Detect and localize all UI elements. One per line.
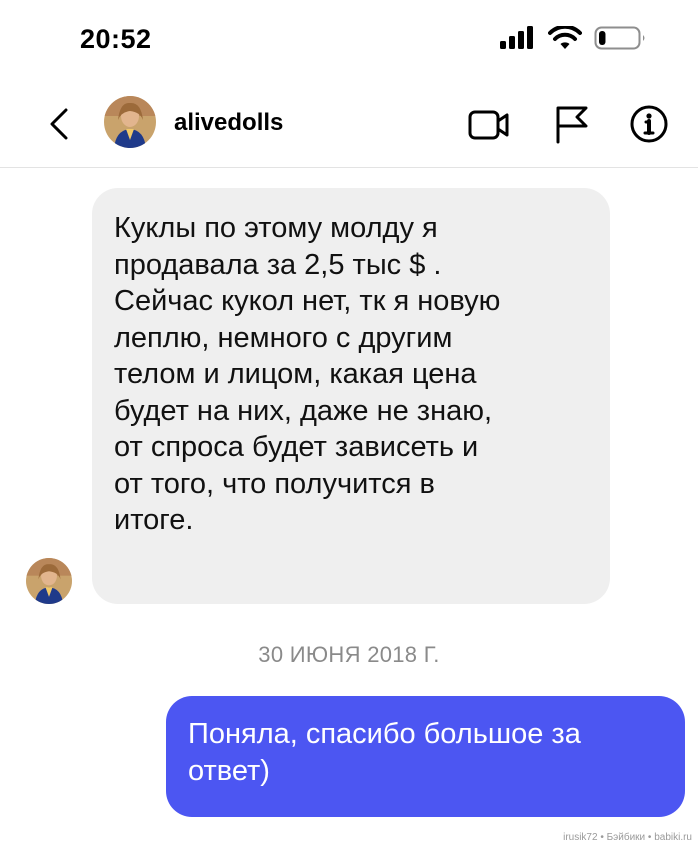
status-time: 20:52 xyxy=(80,24,152,54)
wifi-icon xyxy=(548,24,582,55)
chat-header: alivedolls xyxy=(0,80,698,168)
avatar[interactable] xyxy=(104,96,156,148)
battery-icon xyxy=(594,24,648,57)
video-call-button[interactable] xyxy=(467,102,511,146)
status-bar: 20:52 xyxy=(0,0,698,80)
cellular-signal-icon xyxy=(500,26,534,55)
sender-avatar[interactable] xyxy=(26,558,72,604)
message-text: Поняла, спасибо большое за ответ) xyxy=(188,718,581,787)
message-text: Куклы по этому молду я продавала за 2,5 … xyxy=(114,212,501,536)
chevron-left-icon xyxy=(50,108,68,140)
info-button[interactable] xyxy=(627,102,671,146)
date-separator: 30 ИЮНЯ 2018 Г. xyxy=(258,642,440,667)
back-button[interactable] xyxy=(40,102,76,146)
report-button[interactable] xyxy=(550,102,594,146)
chat-username[interactable]: alivedolls xyxy=(174,109,283,137)
outgoing-message-bubble[interactable]: Поняла, спасибо большое за ответ) xyxy=(166,696,685,817)
info-icon xyxy=(630,105,668,143)
incoming-message-bubble[interactable]: Куклы по этому молду я продавала за 2,5 … xyxy=(92,188,610,604)
watermark: irusik72 • Бэйбики • babiki.ru xyxy=(563,832,692,843)
video-call-icon xyxy=(468,110,509,140)
chat-screen: 20:52 alivedolls Куклы по этому молду я … xyxy=(0,0,698,850)
battery-fill xyxy=(599,31,606,45)
flag-icon xyxy=(556,106,588,144)
